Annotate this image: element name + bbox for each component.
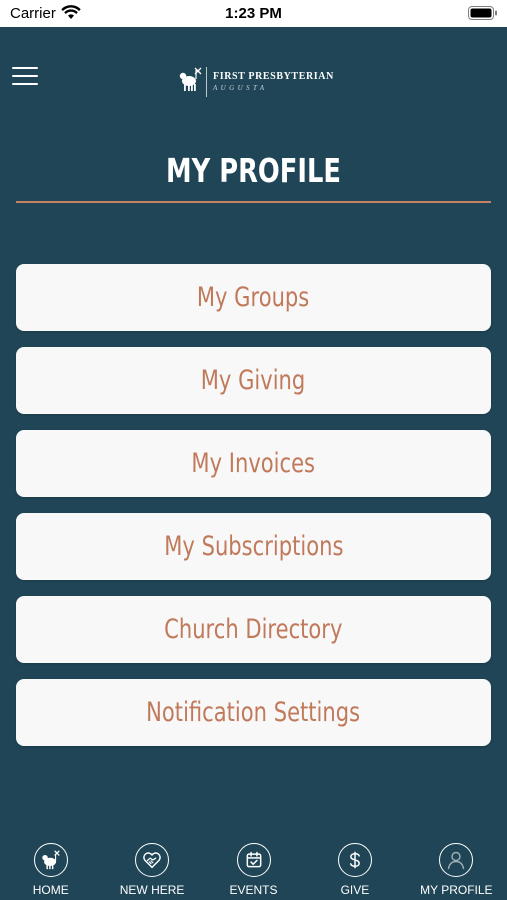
- app-header: FIRST PRESBYTERIAN AUGUSTA: [0, 27, 507, 127]
- page-title: MY PROFILE: [166, 151, 341, 190]
- bottom-tab-bar: HOME NEW HERE EVENTS GIVE MY PROFILE: [0, 838, 507, 900]
- logo-city: AUGUSTA: [213, 84, 268, 92]
- logo-name: FIRST PRESBYTERIAN: [213, 71, 334, 82]
- tab-new-here[interactable]: NEW HERE: [101, 838, 202, 900]
- battery-icon: [468, 6, 498, 25]
- calendar-check-icon: [236, 843, 271, 877]
- notification-settings-button[interactable]: Notification Settings: [16, 679, 491, 746]
- profile-menu-list: My Groups My Giving My Invoices My Subsc…: [16, 264, 491, 762]
- church-directory-button[interactable]: Church Directory: [16, 596, 491, 663]
- user-icon: [439, 843, 474, 877]
- menu-item-label: My Groups: [197, 282, 310, 313]
- church-logo[interactable]: FIRST PRESBYTERIAN AUGUSTA: [178, 65, 334, 99]
- menu-item-label: My Subscriptions: [163, 531, 344, 562]
- status-bar: Carrier 1:23 PM: [0, 0, 507, 27]
- menu-item-label: Church Directory: [164, 614, 343, 645]
- tab-my-profile[interactable]: MY PROFILE: [406, 838, 507, 900]
- menu-bar-line: [12, 75, 38, 77]
- tab-label: GIVE: [340, 883, 370, 897]
- menu-bar-line: [12, 83, 38, 85]
- tab-events[interactable]: EVENTS: [203, 838, 304, 900]
- dollar-icon: [337, 843, 372, 877]
- hamburger-menu-button[interactable]: [10, 64, 40, 88]
- tab-label: HOME: [32, 883, 69, 897]
- my-subscriptions-button[interactable]: My Subscriptions: [16, 513, 491, 580]
- menu-bar-line: [12, 67, 38, 69]
- my-groups-button[interactable]: My Groups: [16, 264, 491, 331]
- tab-label: EVENTS: [229, 883, 278, 897]
- heart-handshake-icon: [135, 843, 170, 877]
- tab-home[interactable]: HOME: [0, 838, 101, 900]
- tab-give[interactable]: GIVE: [304, 838, 405, 900]
- menu-item-label: Notification Settings: [146, 697, 361, 728]
- tab-label: NEW HERE: [119, 883, 185, 897]
- lamb-logo-icon: [178, 67, 202, 98]
- menu-item-label: My Invoices: [191, 448, 316, 479]
- tab-label: MY PROFILE: [420, 883, 493, 897]
- logo-divider: [206, 67, 207, 97]
- my-invoices-button[interactable]: My Invoices: [16, 430, 491, 497]
- lamb-icon: [33, 843, 68, 877]
- title-divider: [16, 201, 491, 203]
- logo-text: FIRST PRESBYTERIAN AUGUSTA: [213, 72, 334, 92]
- menu-item-label: My Giving: [201, 365, 306, 396]
- status-time: 1:23 PM: [225, 5, 282, 22]
- my-giving-button[interactable]: My Giving: [16, 347, 491, 414]
